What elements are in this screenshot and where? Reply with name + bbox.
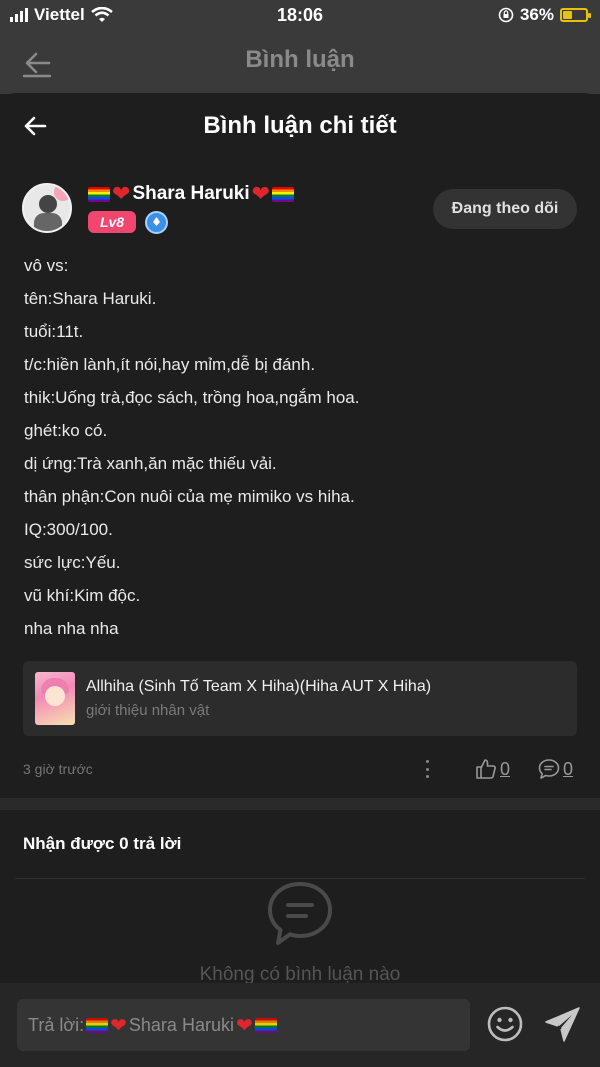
- battery-icon: [560, 8, 591, 22]
- comment-timestamp: 3 giờ trước: [23, 761, 93, 777]
- heart-icon: ❤: [235, 1014, 253, 1037]
- rainbow-flag-icon: [254, 1017, 277, 1033]
- reply-count[interactable]: 0: [563, 759, 573, 780]
- comment-line: dị ứng:Trà xanh,ăn mặc thiếu vải.: [24, 454, 277, 473]
- comment-line: vũ khí:Kim độc.: [24, 586, 141, 605]
- rotation-lock-icon: [498, 7, 514, 23]
- background-header-title: Bình luận: [245, 46, 355, 73]
- reply-prefix: Trả lời:: [28, 1014, 85, 1035]
- comment-line: vô vs:: [24, 256, 69, 275]
- divider: [15, 878, 585, 879]
- status-bar: Viettel 18:06 36%: [0, 0, 600, 32]
- comment-line: tuổi:11t.: [24, 322, 84, 341]
- comment-line: tên:Shara Haruki.: [24, 289, 157, 308]
- story-title: Allhiha (Sinh Tố Team X Hiha)(Hiha AUT X…: [86, 678, 432, 695]
- following-button[interactable]: Đang theo dõi: [433, 189, 577, 229]
- thumbs-up-icon[interactable]: [475, 758, 497, 780]
- replies-heading: Nhận được 0 trả lời: [23, 834, 182, 853]
- rainbow-flag-icon: [88, 186, 110, 202]
- story-chapter: giới thiệu nhân vật: [86, 702, 210, 719]
- avatar-head: [39, 195, 57, 213]
- reply-input[interactable]: Trả lời: ❤ Shara Haruki ❤: [17, 999, 470, 1051]
- emoji-icon[interactable]: [487, 1006, 523, 1042]
- reply-target-name: Shara Haruki: [128, 1014, 234, 1035]
- comment-line: ghét:ko có.: [24, 421, 108, 440]
- rainbow-flag-icon: [86, 1017, 109, 1033]
- comment-line: t/c:hiền lành,ít nói,hay mỉm,dễ bị đánh.: [24, 355, 316, 374]
- cover-face: [45, 686, 65, 706]
- avatar-body: [34, 213, 62, 231]
- like-count[interactable]: 0: [500, 759, 510, 780]
- comment-line: IQ:300/100.: [24, 520, 113, 539]
- more-options-icon[interactable]: [424, 760, 430, 778]
- level-badge: Lv8: [88, 211, 136, 233]
- username[interactable]: ❤ Shara Haruki ❤: [88, 181, 295, 207]
- empty-comment-icon: [268, 882, 332, 945]
- story-cover-image: [35, 672, 75, 725]
- linked-story-card[interactable]: Allhiha (Sinh Tố Team X Hiha)(Hiha AUT X…: [23, 661, 577, 736]
- verified-icon: [145, 211, 168, 234]
- heart-icon: ❤: [251, 181, 271, 206]
- username-text: Shara Haruki: [132, 183, 250, 204]
- flower-icon: [54, 185, 70, 201]
- comment-bubble-icon[interactable]: [538, 758, 560, 780]
- page-title: Bình luận chi tiết: [203, 112, 397, 139]
- section-divider: [0, 798, 600, 810]
- rainbow-flag-icon: [272, 186, 295, 202]
- avatar[interactable]: [22, 183, 72, 233]
- comment-line: thik:Uống trà,đọc sách, trồng hoa,ngắm h…: [24, 388, 360, 407]
- comment-body: vô vs: tên:Shara Haruki. tuổi:11t. t/c:h…: [24, 249, 584, 645]
- comment-line: nha nha nha: [24, 619, 119, 638]
- battery-percent: 36%: [519, 5, 554, 24]
- send-icon[interactable]: [544, 1005, 582, 1043]
- comment-line: thân phận:Con nuôi của mẹ mimiko vs hiha…: [24, 487, 355, 506]
- heart-icon: ❤: [110, 1014, 127, 1037]
- comment-line: sức lực:Yếu.: [24, 553, 121, 572]
- status-right: 36%: [498, 5, 591, 25]
- heart-icon: ❤: [112, 181, 131, 206]
